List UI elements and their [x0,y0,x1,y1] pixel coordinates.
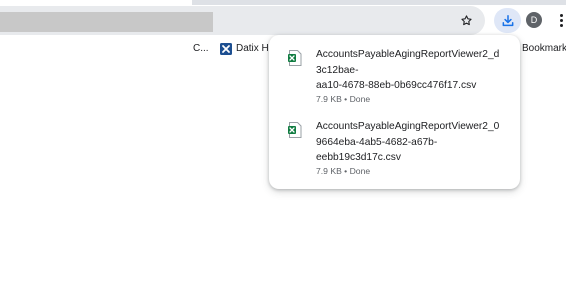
bookmark-item[interactable]: C... [193,42,209,56]
bookmark-label: C... [193,43,209,54]
download-status: 7.9 KB • Done [316,94,371,104]
filename-line: AccountsPayableAgingReportViewer2_d [316,49,500,60]
profile-avatar[interactable]: D [526,12,542,28]
downloads-bubble: AccountsPayableAgingReportViewer2_d 3c12… [269,35,520,189]
browser-window: D C... Datix Ho Bookmarks AccountsPayabl [0,0,566,306]
download-filename: AccountsPayableAgingReportViewer2_0 9664… [316,119,512,166]
browser-toolbar: D [0,5,566,36]
downloads-button[interactable] [494,8,521,33]
bookmark-label: Bookmarks [522,43,566,54]
bookmark-star-button[interactable] [455,9,477,31]
filename-line: 3c12bae- [316,64,359,76]
download-item[interactable]: AccountsPayableAgingReportViewer2_d 3c12… [269,35,520,108]
bookmark-item-bookmarks[interactable]: Bookmarks [522,42,566,56]
download-status: 7.9 KB • Done [316,166,371,176]
filename-line: eebb19c3d17c.csv [316,152,401,163]
download-icon [502,14,513,26]
filename-line: 9664eba-4ab5-4682-a67b- [316,136,438,148]
excel-file-icon [288,122,302,138]
datix-icon [220,43,232,55]
filename-line: AccountsPayableAgingReportViewer2_0 [316,121,500,132]
address-bar[interactable] [0,6,485,35]
star-outline-icon [460,14,472,25]
bookmark-item-datix[interactable]: Datix Ho [220,42,274,56]
download-item[interactable]: AccountsPayableAgingReportViewer2_0 9664… [269,108,520,181]
vertical-dots-icon[interactable] [556,11,566,29]
redacted-url [0,12,213,32]
excel-file-icon [288,50,302,66]
download-filename: AccountsPayableAgingReportViewer2_d 3c12… [316,47,512,94]
filename-line: aa10-4678-88eb-0b69cc476f17.csv [316,80,477,91]
